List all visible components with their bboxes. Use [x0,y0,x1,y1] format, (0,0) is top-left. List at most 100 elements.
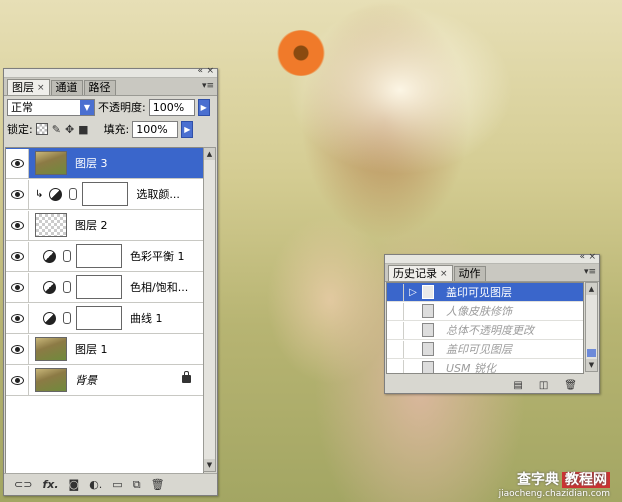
visibility-toggle[interactable] [6,210,29,240]
adjustment-layer-icon [43,280,56,294]
layer-row[interactable]: 曲线 1 [6,303,203,334]
history-step-icon [422,304,434,318]
visibility-toggle[interactable] [6,272,29,302]
group-icon[interactable]: ▭ [112,478,122,491]
scroll-down-icon[interactable]: ▼ [586,359,597,371]
layer-row[interactable]: 色彩平衡 1 [6,241,203,272]
history-step-icon [422,323,434,337]
clipping-arrow-icon: ↳ [35,188,44,200]
visibility-toggle[interactable] [6,303,29,333]
history-item-label: 盖印可见图层 [446,286,512,299]
layers-scrollbar[interactable]: ▲ ▼ [203,147,216,472]
collapse-icon[interactable]: « [197,67,203,76]
history-checkbox[interactable] [387,283,404,301]
tab-channels[interactable]: 通道 [50,80,83,95]
scroll-down-icon[interactable]: ▼ [204,459,215,471]
trash-icon[interactable]: 🗑 [151,478,165,491]
fill-field[interactable]: 100% [132,120,179,138]
layer-thumbnail [35,213,67,237]
history-item[interactable]: 盖印可见图层 [387,340,583,359]
lock-all-icon[interactable]: ■ [78,123,88,136]
layers-footer: ⊂⊃ fx. ◙ ◐. ▭ ⧉ 🗑 [4,473,217,495]
camera-icon[interactable]: ◫ [539,380,548,391]
history-item[interactable]: ▷ 盖印可见图层 [387,283,583,302]
layer-row[interactable]: 图层 3 [6,148,203,179]
history-checkbox[interactable] [387,321,404,339]
adjustment-layer-icon [43,311,56,325]
adjustment-icon[interactable]: ◐. [89,478,102,491]
close-icon[interactable]: × [206,67,214,76]
adjustment-layer-icon [43,249,56,263]
visibility-toggle[interactable] [6,365,29,395]
watermark-text-b: 教程网 [562,472,610,488]
watermark-title: 查字典 教程网 [499,469,610,489]
panel-titlebar: « × [4,67,217,78]
history-step-icon [422,342,434,356]
tab-actions[interactable]: 动作 [453,266,486,281]
history-item-label: 人像皮肤修饰 [446,305,512,318]
history-checkbox[interactable] [387,340,404,358]
opacity-label: 不透明度: [98,101,146,114]
chevron-down-icon: ▼ [80,99,94,115]
new-layer-icon[interactable]: ⧉ [133,478,141,492]
history-item[interactable]: 人像皮肤修饰 [387,302,583,321]
mask-icon[interactable]: ◙ [69,478,80,491]
history-item[interactable]: 总体不透明度更改 [387,321,583,340]
blend-mode-select[interactable]: 正常 ▼ [7,98,95,116]
tab-paths[interactable]: 路径 [83,80,116,95]
visibility-toggle[interactable] [6,334,29,364]
layer-row[interactable]: 色相/饱和... [6,272,203,303]
history-item[interactable]: USM 锐化 [387,359,583,373]
history-tabbar: 历史记录 × 动作 ▾≡ [385,264,599,282]
chain-link-icon [63,281,71,293]
visibility-toggle[interactable] [6,179,29,209]
eye-icon [10,313,24,323]
opacity-slider-button[interactable]: ▶ [197,98,210,116]
layer-thumbnail [35,337,67,361]
layer-row[interactable]: ↳ 选取颜... [6,179,203,210]
layer-name: 选取颜... [136,188,180,201]
panel-menu-icon[interactable]: ▾≡ [202,81,214,91]
snapshot-icon[interactable]: ▤ [513,380,522,391]
lock-icons: ✎ ✥ ■ [35,122,89,136]
link-icon[interactable]: ⊂⊃ [14,478,32,491]
lock-transparency-icon[interactable] [35,122,48,135]
history-checkbox[interactable] [387,359,404,373]
blend-mode-value: 正常 [11,101,33,114]
tab-label: 历史记录 [393,266,437,280]
scroll-thumb[interactable] [587,349,596,357]
visibility-toggle[interactable] [6,241,29,271]
eye-icon [10,344,24,354]
tab-close-icon[interactable]: × [440,267,448,281]
collapse-icon[interactable]: « [579,253,585,262]
history-scrollbar[interactable]: ▲ ▼ [585,282,598,372]
layer-name: 色相/饱和... [130,281,189,294]
layer-list: 图层 3 ↳ 选取颜... 图层 2 色彩平衡 1 色相/饱和... 曲线 1 … [5,147,204,474]
layer-row[interactable]: 图层 2 [6,210,203,241]
tab-history[interactable]: 历史记录 × [388,265,453,281]
layer-row[interactable]: 图层 1 [6,334,203,365]
eye-icon [10,282,24,292]
trash-icon[interactable]: 🗑 [564,380,577,391]
history-state-slider-icon[interactable]: ▷ [404,287,422,298]
fx-icon[interactable]: fx. [42,478,58,491]
scroll-up-icon[interactable]: ▲ [586,283,597,295]
fill-slider-button[interactable]: ▶ [181,120,194,138]
history-checkbox[interactable] [387,302,404,320]
tab-label: 动作 [458,267,481,280]
chain-link-icon [63,312,71,324]
close-icon[interactable]: × [588,253,596,262]
layer-row[interactable]: 背景 [6,365,203,396]
lock-icon [182,371,191,383]
lock-brush-icon[interactable]: ✎ [52,123,61,136]
scroll-up-icon[interactable]: ▲ [204,148,215,160]
panel-menu-icon[interactable]: ▾≡ [584,267,596,277]
watermark: 查字典 教程网 jiaocheng.chazidian.com [499,469,610,499]
tab-layers[interactable]: 图层 × [7,79,50,95]
lock-move-icon[interactable]: ✥ [65,123,74,136]
opacity-field[interactable]: 100% [148,98,195,116]
tab-close-icon[interactable]: × [37,81,45,95]
mask-thumbnail [76,275,122,299]
layer-name: 色彩平衡 1 [130,250,185,263]
visibility-toggle[interactable] [6,148,29,178]
